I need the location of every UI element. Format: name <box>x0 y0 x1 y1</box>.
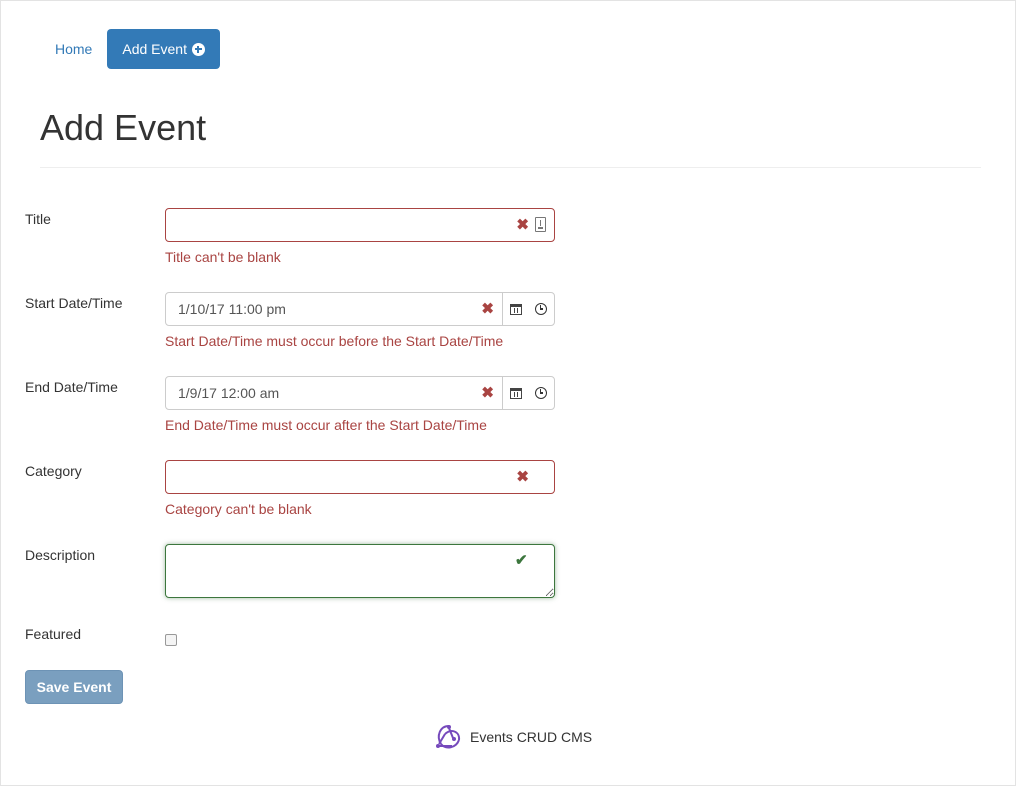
end-label: End Date/Time <box>25 379 118 395</box>
category-label: Category <box>25 463 82 479</box>
featured-checkbox[interactable] <box>165 634 177 646</box>
calendar-icon <box>509 387 522 399</box>
top-nav: Home Add Event <box>40 29 220 69</box>
save-event-button[interactable]: Save Event <box>25 670 123 704</box>
page-title: Add Event <box>40 107 207 148</box>
success-check-icon: ✔ <box>515 552 528 569</box>
category-field-wrapper: ✖ <box>165 460 555 494</box>
footer: Events CRUD CMS <box>432 722 592 752</box>
error-x-icon: ✖ <box>481 300 494 318</box>
end-datetime-input[interactable] <box>166 377 502 409</box>
description-textarea[interactable] <box>165 544 555 598</box>
footer-app-name: Events CRUD CMS <box>470 729 593 745</box>
end-calendar-button[interactable] <box>502 377 528 409</box>
error-x-icon: ✖ <box>481 384 494 402</box>
redux-logo-icon <box>436 725 461 749</box>
title-divider <box>40 167 981 168</box>
end-field: ✖ <box>166 377 502 409</box>
category-input[interactable] <box>166 461 554 493</box>
start-error-message: Start Date/Time must occur before the St… <box>165 333 504 349</box>
title-error-message: Title can't be blank <box>165 249 281 265</box>
contact-card-icon[interactable] <box>535 217 546 232</box>
description-label: Description <box>25 547 96 563</box>
error-x-icon: ✖ <box>516 216 529 234</box>
clock-icon <box>535 387 547 399</box>
title-input[interactable] <box>166 209 554 241</box>
calendar-icon <box>509 303 522 315</box>
end-error-message: End Date/Time must occur after the Start… <box>165 417 487 433</box>
start-field: ✖ <box>166 293 502 325</box>
featured-label: Featured <box>25 626 82 642</box>
nav-home-link[interactable]: Home <box>40 29 107 69</box>
start-calendar-button[interactable] <box>502 293 528 325</box>
clock-icon <box>535 303 547 315</box>
category-error-message: Category can't be blank <box>165 501 312 517</box>
start-field-wrapper: ✖ <box>165 292 555 326</box>
title-field-wrapper: ✖ <box>165 208 555 242</box>
title-label: Title <box>25 211 51 227</box>
end-time-button[interactable] <box>528 377 554 409</box>
start-time-button[interactable] <box>528 293 554 325</box>
start-label: Start Date/Time <box>25 295 123 311</box>
plus-circle-icon <box>191 42 205 56</box>
error-x-icon: ✖ <box>516 468 529 486</box>
end-field-wrapper: ✖ <box>165 376 555 410</box>
nav-add-event-label: Add Event <box>122 41 187 57</box>
nav-add-event-tab[interactable]: Add Event <box>107 29 220 69</box>
start-datetime-input[interactable] <box>166 293 502 325</box>
